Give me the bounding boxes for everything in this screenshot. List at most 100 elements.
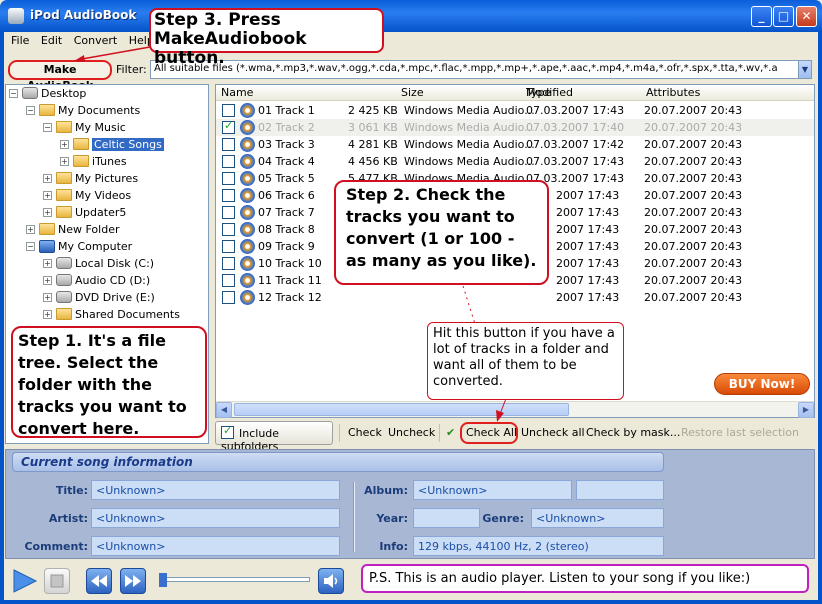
track-checkbox[interactable] [222, 189, 235, 202]
table-row[interactable]: 12 Track 12 2007 17:43 20.07.2007 20:43 [216, 289, 814, 306]
tree-item-celtic-songs[interactable]: + Celtic Songs [60, 136, 164, 152]
track-checkbox[interactable] [222, 172, 235, 185]
table-row[interactable]: 03 Track 3 4 281 KB Windows Media Audio...… [216, 136, 814, 153]
track-modified: 2007 17:43 [556, 257, 620, 270]
tree-item-local-disk[interactable]: + Local Disk (C:) [43, 255, 154, 271]
table-row[interactable]: 04 Track 4 4 456 KB Windows Media Audio...… [216, 153, 814, 170]
track-attributes: 20.07.2007 20:43 [644, 291, 743, 304]
tree-item-my-pictures[interactable]: + My Pictures [43, 170, 138, 186]
check-by-mask-button[interactable]: Check by mask... [586, 426, 680, 439]
menu-file[interactable]: File [11, 34, 29, 47]
tree-item-new-folder[interactable]: + New Folder [26, 221, 119, 237]
year-field[interactable] [413, 508, 480, 528]
previous-button[interactable] [86, 568, 112, 594]
tree-item-shared-documents[interactable]: + Shared Documents [43, 306, 180, 322]
track-attributes: 20.07.2007 20:43 [644, 172, 743, 185]
track-checkbox[interactable] [222, 138, 235, 151]
audio-file-icon [240, 256, 255, 271]
close-button[interactable]: ✕ [796, 6, 817, 27]
cd-drive-icon [56, 274, 72, 286]
track-checkbox[interactable] [222, 257, 235, 270]
audio-file-icon [240, 137, 255, 152]
track-checkbox[interactable] [222, 291, 235, 304]
track-size: 4 281 KB [348, 138, 398, 151]
table-row[interactable]: 02 Track 2 3 061 KB Windows Media Audio...… [216, 119, 814, 136]
track-attributes: 20.07.2007 20:43 [644, 189, 743, 202]
year-label: Year: [376, 512, 408, 525]
check-all-hint-callout: Hit this button if you have a lot of tra… [427, 322, 624, 400]
track-attributes: 20.07.2007 20:43 [644, 240, 743, 253]
scroll-right-icon[interactable]: ▶ [798, 402, 814, 418]
menu-edit[interactable]: Edit [41, 34, 62, 47]
song-info-header: Current song information [12, 452, 664, 472]
restore-selection-button[interactable]: Restore last selection [681, 426, 799, 439]
audio-file-icon [240, 222, 255, 237]
include-subfolders-toggle[interactable]: Include subfolders [215, 421, 333, 453]
volume-button[interactable] [318, 568, 344, 594]
track-modified: 07.03.2007 17:40 [526, 121, 625, 134]
play-button[interactable] [10, 568, 38, 594]
maximize-button[interactable]: □ [773, 6, 794, 27]
audio-file-icon [240, 171, 255, 186]
tree-item-my-documents[interactable]: − My Documents [26, 102, 140, 118]
tree-item-audio-cd[interactable]: + Audio CD (D:) [43, 272, 150, 288]
comment-label: Comment: [24, 540, 88, 553]
folder-icon [56, 172, 72, 184]
stop-button[interactable] [44, 568, 70, 594]
track-name: 02 Track 2 [258, 121, 315, 134]
tree-item-my-music[interactable]: − My Music [43, 119, 126, 135]
check-button[interactable]: Check [348, 426, 382, 439]
track-checkbox[interactable] [222, 223, 235, 236]
scroll-thumb[interactable] [234, 403, 569, 416]
column-modified[interactable]: Modified [526, 86, 573, 99]
horizontal-scrollbar[interactable]: ◀ ▶ [216, 401, 814, 418]
tree-item-dvd-drive[interactable]: + DVD Drive (E:) [43, 289, 155, 305]
next-button[interactable] [120, 568, 146, 594]
check-all-button[interactable]: Check All [466, 426, 517, 439]
track-checkbox[interactable] [222, 104, 235, 117]
track-attributes: 20.07.2007 20:43 [644, 104, 743, 117]
buy-now-button[interactable]: BUY Now! [714, 373, 810, 395]
film-folder-icon [56, 189, 72, 201]
tree-item-updater5[interactable]: + Updater5 [43, 204, 126, 220]
uncheck-button[interactable]: Uncheck [388, 426, 435, 439]
uncheck-all-button[interactable]: Uncheck all [521, 426, 585, 439]
track-name: 08 Track 8 [258, 223, 315, 236]
track-checkbox[interactable] [222, 206, 235, 219]
table-row[interactable]: 01 Track 1 2 425 KB Windows Media Audio...… [216, 102, 814, 119]
column-size[interactable]: Size [401, 86, 424, 99]
title-field[interactable]: <Unknown> [91, 480, 340, 500]
tree-item-itunes[interactable]: + iTunes [60, 153, 127, 169]
folder-icon [56, 206, 72, 218]
comment-field[interactable]: <Unknown> [91, 536, 340, 556]
audio-file-icon [240, 188, 255, 203]
chevron-down-icon[interactable]: ▼ [798, 60, 812, 79]
tree-item-desktop[interactable]: − Desktop [9, 85, 86, 101]
track-checkbox[interactable] [222, 155, 235, 168]
track-size: 3 061 KB [348, 121, 398, 134]
artist-field[interactable]: <Unknown> [91, 508, 340, 528]
track-checkbox[interactable] [222, 274, 235, 287]
album-extra-field[interactable] [576, 480, 664, 500]
app-icon [8, 8, 24, 24]
filter-select[interactable]: All suitable files (*.wma,*.mp3,*.wav,*.… [150, 60, 812, 79]
minimize-button[interactable]: _ [751, 6, 772, 27]
tree-item-my-computer[interactable]: − My Computer [26, 238, 132, 254]
track-size: 4 456 KB [348, 155, 398, 168]
divider [439, 424, 440, 442]
column-attributes[interactable]: Attributes [646, 86, 700, 99]
seek-slider[interactable] [162, 577, 310, 582]
ps-callout: P.S. This is an audio player. Listen to … [361, 564, 809, 593]
scroll-left-icon[interactable]: ◀ [216, 402, 232, 418]
genre-field[interactable]: <Unknown> [531, 508, 664, 528]
track-checkbox[interactable] [222, 119, 235, 134]
folder-icon [56, 121, 72, 133]
tree-item-my-videos[interactable]: + My Videos [43, 187, 131, 203]
track-attributes: 20.07.2007 20:43 [644, 155, 743, 168]
seek-thumb[interactable] [159, 573, 167, 587]
step2-callout: Step 2. Check the tracks you want to con… [334, 180, 549, 285]
track-checkbox[interactable] [222, 240, 235, 253]
track-modified: 2007 17:43 [556, 291, 620, 304]
column-name[interactable]: Name [221, 86, 253, 99]
album-field[interactable]: <Unknown> [413, 480, 572, 500]
